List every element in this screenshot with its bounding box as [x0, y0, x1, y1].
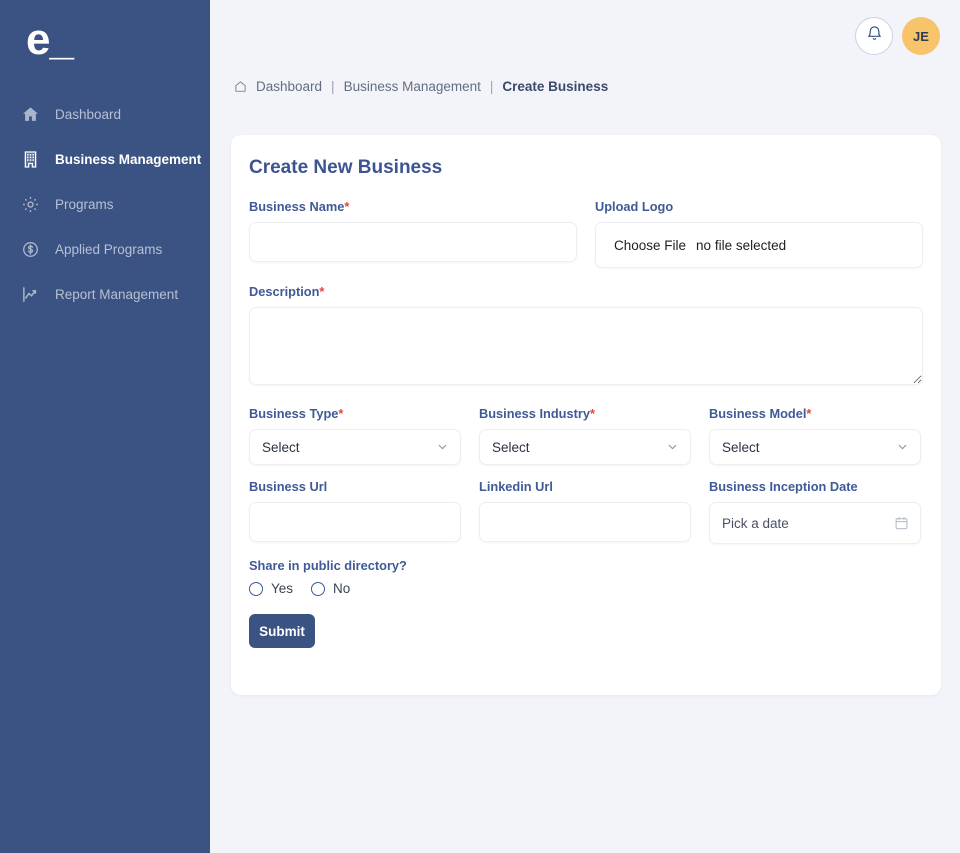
radio-label: No: [333, 581, 351, 596]
gear-icon: [20, 194, 41, 215]
sidebar-item-business-management[interactable]: Business Management: [0, 137, 210, 182]
required-asterisk: *: [338, 406, 344, 421]
select-value: Select: [492, 439, 530, 455]
field-business-industry: Business Industry* Select: [479, 406, 691, 465]
logo-text: e_: [26, 15, 74, 64]
home-icon: [20, 104, 41, 125]
linkedin-url-label: Linkedin Url: [479, 479, 553, 494]
app-root: e_ Dashboard Business Management Program…: [0, 0, 960, 853]
building-icon: [20, 149, 41, 170]
field-upload-logo: Upload Logo Choose File no file selected: [595, 199, 923, 268]
create-business-card: Create New Business Business Name* Uploa…: [231, 135, 941, 695]
label-text: Business Industry: [479, 406, 590, 421]
home-icon: [234, 80, 247, 93]
page-title: Create New Business: [249, 157, 443, 178]
sidebar-item-label: Applied Programs: [55, 242, 163, 257]
breadcrumb-item-create-business: Create Business: [502, 78, 609, 94]
breadcrumb-separator: |: [489, 78, 494, 94]
avatar[interactable]: JE: [902, 17, 940, 55]
description-textarea[interactable]: [249, 307, 923, 385]
label-text: Description: [249, 284, 320, 299]
app-logo[interactable]: e_: [0, 0, 210, 80]
field-business-type: Business Type* Select: [249, 406, 461, 465]
business-model-label: Business Model*: [709, 406, 921, 421]
radio-option-yes[interactable]: Yes: [249, 581, 293, 596]
field-business-model: Business Model* Select: [709, 406, 921, 465]
description-label: Description*: [249, 284, 923, 299]
field-description: Description*: [249, 284, 923, 390]
radio-option-no[interactable]: No: [311, 581, 350, 596]
file-status-text: no file selected: [696, 237, 787, 253]
required-asterisk: *: [589, 406, 595, 421]
inception-date-picker[interactable]: Pick a date: [709, 502, 921, 544]
radio-circle-icon[interactable]: [311, 581, 326, 596]
business-model-select[interactable]: Select: [709, 429, 921, 465]
calendar-icon[interactable]: [894, 516, 909, 531]
field-business-url: Business Url: [249, 479, 461, 544]
sidebar-item-label: Dashboard: [55, 107, 122, 122]
upload-logo-filebox[interactable]: Choose File no file selected: [595, 222, 923, 268]
breadcrumb-item-dashboard[interactable]: Dashboard: [256, 79, 322, 94]
main-area: JE Dashboard | Business Management | Cre…: [210, 0, 960, 853]
radio-circle-icon[interactable]: [249, 581, 263, 596]
dollar-circle-icon: [20, 239, 41, 260]
label-text: Business Name: [249, 199, 345, 214]
business-name-input[interactable]: [249, 222, 577, 262]
chevron-down-icon: [666, 441, 679, 454]
sidebar-item-label: Report Management: [55, 287, 179, 302]
date-placeholder: Pick a date: [722, 515, 789, 531]
business-industry-label: Business Industry*: [479, 406, 691, 421]
sidebar-item-programs[interactable]: Programs: [0, 182, 210, 227]
topbar: JE: [210, 0, 960, 72]
breadcrumb-separator: |: [331, 78, 335, 94]
breadcrumb-item-business-management[interactable]: Business Management: [344, 79, 481, 94]
sidebar-item-report-management[interactable]: Report Management: [0, 272, 210, 317]
upload-logo-label: Upload Logo: [595, 199, 674, 214]
avatar-initials: JE: [913, 28, 929, 44]
required-asterisk: *: [319, 284, 325, 299]
form-row-urls-date: Business Url Linkedin Url Business Incep…: [249, 479, 923, 544]
business-url-input[interactable]: [249, 502, 461, 542]
breadcrumb: Dashboard | Business Management | Create…: [210, 72, 960, 100]
form-row-selects: Business Type* Select Business Industry*: [249, 406, 923, 465]
form-row-name-logo: Business Name* Upload Logo Choose File n…: [249, 199, 923, 268]
business-url-label: Business Url: [249, 479, 328, 494]
label-text: Business Type: [249, 406, 339, 421]
business-type-select[interactable]: Select: [249, 429, 461, 465]
business-industry-select[interactable]: Select: [479, 429, 691, 465]
required-asterisk: *: [806, 406, 812, 421]
field-inception-date: Business Inception Date Pick a date: [709, 479, 921, 544]
sidebar-item-label: Business Management: [55, 152, 202, 167]
bell-icon: [866, 25, 883, 47]
choose-file-button[interactable]: Choose File: [614, 238, 686, 253]
linkedin-url-input[interactable]: [479, 502, 691, 542]
business-name-label: Business Name*: [249, 199, 577, 214]
chart-line-icon: [20, 284, 41, 305]
field-share-public: Share in public directory? Yes No: [249, 558, 923, 596]
share-public-radio-group: Yes No: [249, 581, 923, 596]
required-asterisk: *: [344, 199, 350, 214]
submit-button[interactable]: Submit: [249, 614, 315, 648]
share-public-label: Share in public directory?: [249, 558, 407, 573]
select-value: Select: [262, 439, 300, 455]
sidebar: e_ Dashboard Business Management Program…: [0, 0, 210, 853]
radio-label: Yes: [271, 581, 294, 596]
field-linkedin-url: Linkedin Url: [479, 479, 691, 544]
notifications-button[interactable]: [855, 17, 893, 55]
select-value: Select: [722, 439, 760, 455]
sidebar-item-applied-programs[interactable]: Applied Programs: [0, 227, 210, 272]
chevron-down-icon: [896, 441, 909, 454]
label-text: Business Model: [709, 406, 807, 421]
sidebar-item-label: Programs: [55, 197, 114, 212]
inception-date-label: Business Inception Date: [709, 479, 858, 494]
chevron-down-icon: [436, 441, 449, 454]
field-business-name: Business Name*: [249, 199, 577, 268]
business-type-label: Business Type*: [249, 406, 461, 421]
sidebar-item-dashboard[interactable]: Dashboard: [0, 92, 210, 137]
sidebar-nav: Dashboard Business Management Programs A…: [0, 92, 210, 317]
